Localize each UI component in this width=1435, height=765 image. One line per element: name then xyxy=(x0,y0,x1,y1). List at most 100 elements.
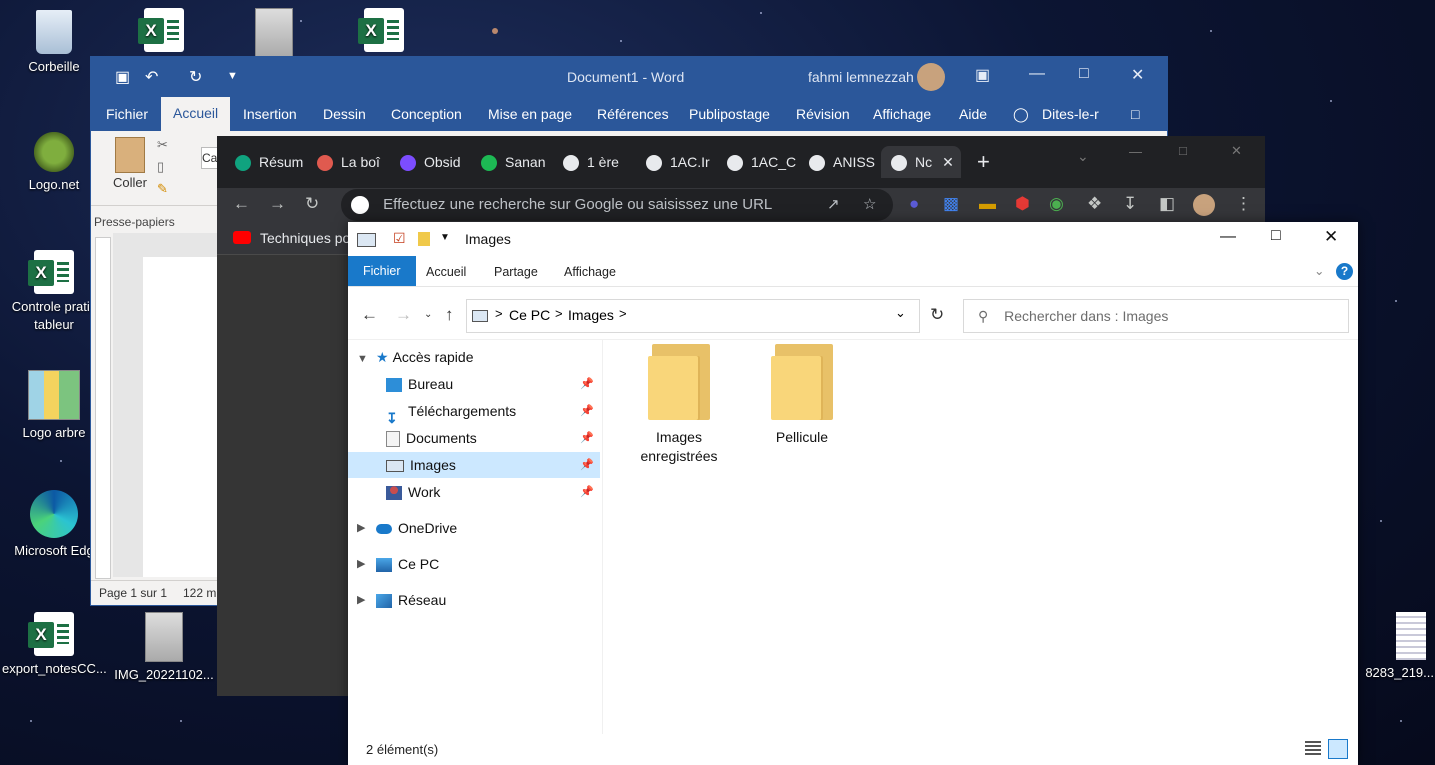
tab-aide[interactable]: Aide xyxy=(959,106,987,122)
star-icon[interactable]: ☆ xyxy=(863,189,876,221)
forward-icon[interactable]: → xyxy=(269,194,286,214)
desktop-icon-export-notes[interactable]: export_notesCC... xyxy=(2,612,107,678)
chrome-tab[interactable]: Sanan xyxy=(481,146,555,178)
tab-affichage[interactable]: Affichage xyxy=(564,265,616,279)
tab-revision[interactable]: Révision xyxy=(796,106,850,122)
tab-search-icon[interactable]: ⌄ xyxy=(1077,148,1089,165)
nav-item-telechargements[interactable]: ↧ Téléchargements 📌 xyxy=(348,398,600,426)
close-button[interactable]: ✕ xyxy=(1231,143,1242,159)
chrome-tab[interactable]: 1AC.Ir xyxy=(646,146,716,178)
share-icon[interactable]: ↗ xyxy=(827,189,840,221)
tab-partage[interactable]: Partage xyxy=(494,265,538,279)
profile-avatar[interactable] xyxy=(1193,194,1215,216)
avatar[interactable] xyxy=(917,63,945,91)
chrome-tab[interactable]: Obsid xyxy=(400,146,474,178)
tab-accueil[interactable]: Accueil xyxy=(426,265,466,279)
document-page[interactable] xyxy=(143,257,221,577)
search-input[interactable]: ⚲ Rechercher dans : Images xyxy=(963,299,1349,333)
nav-quick-access[interactable]: ★ Accès rapide xyxy=(376,344,596,370)
breadcrumb-images[interactable]: Images xyxy=(568,307,614,323)
desktop-icon-img-file[interactable]: IMG_20221102... xyxy=(112,612,216,684)
folder-item[interactable]: Pellicule xyxy=(753,344,851,447)
properties-icon[interactable]: ☑ xyxy=(393,230,406,247)
tab-references[interactable]: Références xyxy=(597,106,669,122)
desktop-icon-excel-file[interactable] xyxy=(332,8,436,56)
side-panel-icon[interactable]: ◧ xyxy=(1159,194,1175,214)
back-icon[interactable]: ← xyxy=(361,305,378,325)
extension-icon[interactable]: ● xyxy=(909,194,919,214)
tab-fichier[interactable]: Fichier xyxy=(106,106,148,122)
chevron-right-icon[interactable]: ▶ xyxy=(357,521,365,534)
minimize-button[interactable]: — xyxy=(1129,144,1142,159)
nav-item-reseau[interactable]: Réseau xyxy=(376,587,596,613)
word-user-name[interactable]: fahmi lemnezzah xyxy=(808,69,914,85)
customize-toolbar-icon[interactable]: ▼ xyxy=(227,70,238,82)
reload-icon[interactable]: ↻ xyxy=(305,194,319,214)
menu-icon[interactable]: ⋮ xyxy=(1235,194,1252,214)
save-icon[interactable]: ▣ xyxy=(115,67,130,87)
desktop-icon-image-file[interactable] xyxy=(222,8,326,62)
tab-dessin[interactable]: Dessin xyxy=(323,106,366,122)
address-dropdown-icon[interactable]: ⌄ xyxy=(895,305,906,321)
new-folder-icon[interactable] xyxy=(418,232,430,246)
puzzle-icon[interactable]: ❖ xyxy=(1087,194,1102,214)
maximize-button[interactable]: □ xyxy=(1271,227,1281,245)
chrome-tab[interactable]: Résum xyxy=(235,146,309,178)
tab-affichage[interactable]: Affichage xyxy=(873,106,931,122)
recent-locations-icon[interactable]: ⌄ xyxy=(424,309,432,320)
omnibox[interactable]: Effectuez une recherche sur Google ou sa… xyxy=(341,189,893,221)
chevron-down-icon[interactable]: ▼ xyxy=(357,353,368,365)
bookmark-item[interactable]: Techniques pou xyxy=(260,230,358,246)
chrome-tab[interactable]: 1AC_C xyxy=(727,146,797,178)
nav-item-ce-pc[interactable]: Ce PC xyxy=(376,551,596,577)
paste-button[interactable]: Coller xyxy=(111,137,149,190)
back-icon[interactable]: ← xyxy=(233,194,250,214)
up-icon[interactable]: ↑ xyxy=(445,305,454,325)
tab-accueil[interactable]: Accueil xyxy=(161,97,231,133)
word-count[interactable]: 122 m xyxy=(183,586,216,600)
nav-item-images[interactable]: Images 📌 xyxy=(348,452,600,478)
help-icon[interactable]: ? xyxy=(1336,263,1353,280)
redo-icon[interactable]: ↻ xyxy=(189,67,202,87)
close-tab-icon[interactable]: ✕ xyxy=(942,154,954,170)
extension-icon[interactable]: ◉ xyxy=(1049,194,1064,214)
tab-mise-en-page[interactable]: Mise en page xyxy=(488,106,572,122)
folder-item[interactable]: Images enregistrées xyxy=(630,344,728,466)
new-tab-button[interactable]: + xyxy=(977,149,990,175)
tab-conception[interactable]: Conception xyxy=(391,106,462,122)
minimize-button[interactable]: — xyxy=(1220,228,1236,246)
expand-ribbon-icon[interactable]: ⌄ xyxy=(1314,263,1324,278)
nav-item-work[interactable]: Work 📌 xyxy=(348,479,600,505)
chrome-tab-active[interactable]: Nc ✕ xyxy=(881,146,961,178)
chrome-tab[interactable]: ANISS xyxy=(809,146,875,178)
chevron-right-icon[interactable]: ▶ xyxy=(357,557,365,570)
download-icon[interactable]: ↧ xyxy=(1123,194,1137,214)
large-icons-view-icon[interactable] xyxy=(1328,739,1348,759)
desktop-icon-partial-file[interactable]: 8283_219... xyxy=(1352,612,1434,682)
quick-access-toolbar-dropdown-icon[interactable]: ▼ xyxy=(440,232,450,243)
tell-me-search[interactable]: Dites-le-r xyxy=(1042,106,1099,122)
refresh-icon[interactable]: ↻ xyxy=(930,305,944,325)
desktop-icon-excel-file[interactable] xyxy=(112,8,216,56)
forward-icon[interactable]: → xyxy=(395,305,412,325)
tab-insertion[interactable]: Insertion xyxy=(243,106,297,122)
translate-icon[interactable]: ▩ xyxy=(943,194,959,214)
nav-item-documents[interactable]: Documents 📌 xyxy=(348,425,600,451)
details-view-icon[interactable] xyxy=(1305,741,1321,755)
address-bar[interactable]: > Ce PC > Images > ⌄ xyxy=(466,299,920,333)
nav-item-bureau[interactable]: Bureau 📌 xyxy=(348,371,600,397)
ribbon-display-options-icon[interactable]: ▣ xyxy=(975,65,990,85)
copy-icon[interactable]: ▯ xyxy=(157,159,164,175)
minimize-button[interactable]: — xyxy=(1029,65,1045,83)
breadcrumb-ce-pc[interactable]: Ce PC xyxy=(509,307,550,323)
adblock-icon[interactable]: ⬢ xyxy=(1015,194,1030,214)
undo-icon[interactable]: ↶ xyxy=(145,67,158,87)
extension-icon[interactable]: ▬ xyxy=(979,194,996,214)
tab-publipostage[interactable]: Publipostage xyxy=(689,106,770,122)
close-button[interactable]: ✕ xyxy=(1324,227,1338,247)
format-painter-icon[interactable]: ✎ xyxy=(157,181,168,197)
tab-fichier[interactable]: Fichier xyxy=(348,256,416,286)
comments-icon[interactable]: □ xyxy=(1131,106,1139,122)
chevron-right-icon[interactable]: ▶ xyxy=(357,593,365,606)
maximize-button[interactable]: □ xyxy=(1179,143,1187,158)
